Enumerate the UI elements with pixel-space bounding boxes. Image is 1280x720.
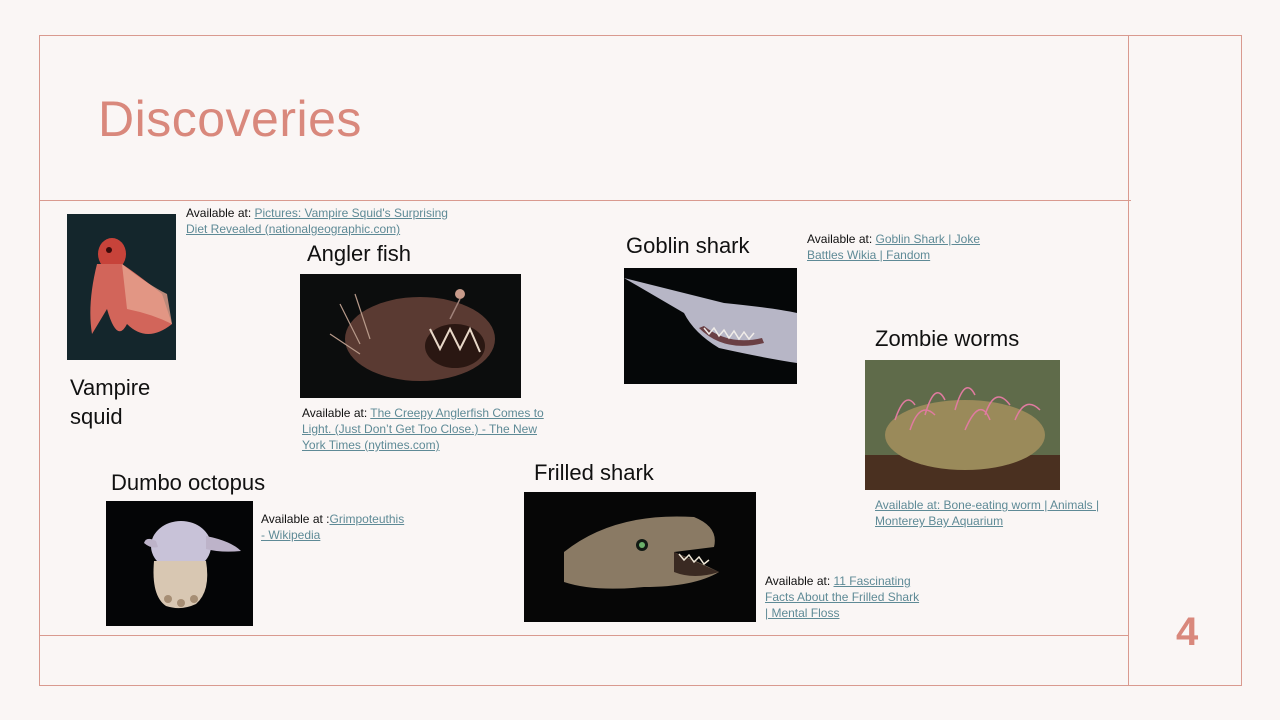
dumbo-octopus-image (106, 501, 253, 626)
angler-fish-image (300, 274, 521, 398)
zombie-worms-label: Zombie worms (875, 326, 1020, 351)
frame-bottom-border (39, 685, 1242, 686)
frame-sidebar-divider (1128, 35, 1129, 686)
zombie-worms-caption: Available at: Bone-eating worm | Animals… (875, 497, 1105, 529)
goblin-shark-label: Goblin shark (626, 233, 750, 258)
zombie-worms-image (865, 360, 1060, 490)
vampire-squid-image (67, 214, 176, 360)
frame-top-border (39, 35, 1242, 36)
zombie-worms-source-link[interactable]: Available at: Bone-eating worm | Animals… (875, 498, 1099, 528)
frilled-shark-label: Frilled shark (534, 460, 654, 485)
frame-right-border (1241, 35, 1242, 686)
footer-divider (39, 635, 1129, 636)
goblin-shark-caption-prefix: Available at: (807, 232, 876, 246)
slide-title: Discoveries (98, 91, 362, 147)
frilled-shark-caption-prefix: Available at: (765, 574, 834, 588)
dumbo-octopus-label: Dumbo octopus (111, 470, 266, 495)
vampire-squid-label: Vampire squid (70, 375, 151, 429)
vampire-squid-caption: Available at: Pictures: Vampire Squid's … (186, 205, 466, 237)
dumbo-octopus-caption-prefix: Available at : (261, 512, 330, 526)
goblin-shark-image (624, 268, 797, 384)
angler-fish-label: Angler fish (307, 241, 411, 266)
dumbo-octopus-caption: Available at :Grimpoteuthis - Wikipedia (261, 511, 411, 543)
frilled-shark-image (524, 492, 756, 622)
angler-fish-caption: Available at: The Creepy Anglerfish Come… (302, 405, 547, 453)
goblin-shark-caption: Available at: Goblin Shark | Joke Battle… (807, 231, 992, 263)
page-number: 4 (1176, 610, 1199, 654)
vampire-squid-caption-prefix: Available at: (186, 206, 255, 220)
title-divider (39, 200, 1131, 201)
frilled-shark-caption: Available at: 11 Fascinating Facts About… (765, 573, 925, 621)
frame-left-border (39, 35, 40, 686)
angler-fish-caption-prefix: Available at: (302, 406, 371, 420)
